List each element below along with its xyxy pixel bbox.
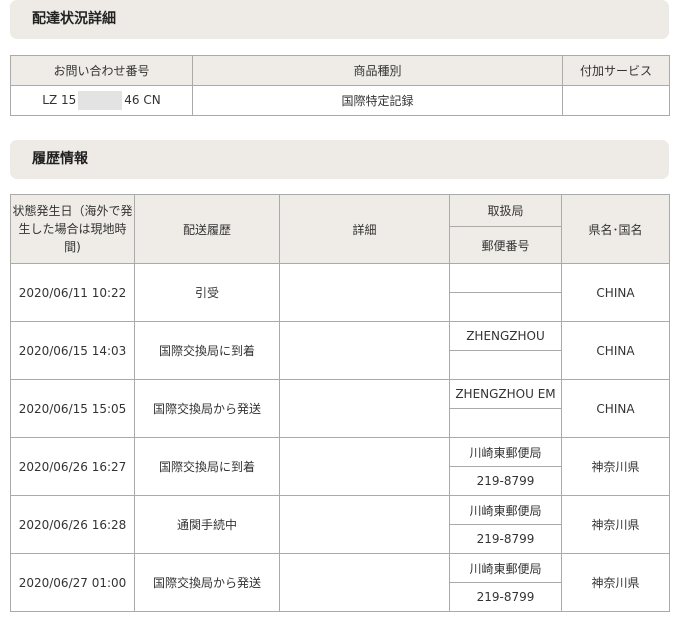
item-kind-cell: 国際特定記録 (192, 85, 563, 116)
event-status: 国際交換局に到着 (134, 321, 280, 380)
tracking-number-suffix: 46 CN (124, 93, 161, 107)
event-region: CHINA (561, 263, 670, 322)
event-detail (279, 321, 450, 380)
additional-service-cell (562, 85, 670, 116)
event-postal-code (449, 408, 562, 438)
event-date: 2020/06/26 16:28 (10, 495, 135, 554)
history-body: 2020/06/11 10:22 引受 CHINA 2020/06/15 14:03 国… (10, 263, 670, 612)
event-date: 2020/06/11 10:22 (10, 263, 135, 322)
header-detail: 詳細 (279, 194, 450, 264)
history-row: 2020/06/15 15:05 国際交換局から発送 ZHENGZHOU EM CHI… (10, 379, 670, 438)
tracking-number-cell: LZ 15 46 CN (10, 85, 193, 116)
event-detail (279, 379, 450, 438)
tracking-number-prefix: LZ 15 (42, 93, 77, 107)
history-row: 2020/06/27 01:00 国際交換局から発送 川崎東郵便局 神奈川県 (10, 553, 670, 612)
event-office: ZHENGZHOU EM (449, 379, 562, 409)
header-item-kind: 商品種別 (192, 55, 563, 86)
event-postal-code (449, 292, 562, 322)
history-row: 2020/06/15 14:03 国際交換局に到着 ZHENGZHOU CHINA (10, 321, 670, 380)
header-status: 配送履歴 (134, 194, 280, 264)
summary-header-row: お問い合わせ番号 商品種別 付加サービス (10, 55, 670, 86)
event-detail (279, 437, 450, 496)
event-status: 国際交換局に到着 (134, 437, 280, 496)
event-office: 川崎東郵便局 (449, 553, 562, 583)
header-date: 状態発生日（海外で発生した場合は現地時間) (10, 194, 135, 264)
header-additional-service: 付加サービス (562, 55, 670, 86)
event-postal-code: 219-8799 (449, 582, 562, 612)
event-status: 国際交換局から発送 (134, 379, 280, 438)
event-postal-code: 219-8799 (449, 524, 562, 554)
redacted-block (78, 91, 123, 110)
event-region: CHINA (561, 321, 670, 380)
event-status: 国際交換局から発送 (134, 553, 280, 612)
event-postal-code: 219-8799 (449, 466, 562, 496)
event-office: ZHENGZHOU (449, 321, 562, 351)
event-status: 通関手続中 (134, 495, 280, 554)
summary-data-row: LZ 15 46 CN 国際特定記録 (10, 85, 670, 116)
event-date: 2020/06/15 14:03 (10, 321, 135, 380)
history-row: 2020/06/26 16:28 通関手続中 川崎東郵便局 神奈川県 (10, 495, 670, 554)
header-tracking-number: お問い合わせ番号 (10, 55, 193, 86)
event-region: 神奈川県 (561, 495, 670, 554)
summary-table: お問い合わせ番号 商品種別 付加サービス LZ 15 46 CN 国際特定記録 (10, 55, 670, 116)
event-status: 引受 (134, 263, 280, 322)
history-title: 履歴情報 (10, 140, 669, 179)
header-postal-code: 郵便番号 (449, 226, 562, 264)
event-office: 川崎東郵便局 (449, 437, 562, 467)
history-row: 2020/06/11 10:22 引受 CHINA (10, 263, 670, 322)
header-office: 取扱局 (449, 194, 562, 227)
header-region: 県名･国名 (561, 194, 670, 264)
event-detail (279, 263, 450, 322)
history-row: 2020/06/26 16:27 国際交換局に到着 川崎東郵便局 神奈川県 (10, 437, 670, 496)
event-office: 川崎東郵便局 (449, 495, 562, 525)
event-postal-code (449, 350, 562, 380)
delivery-status-title: 配達状況詳細 (10, 0, 669, 39)
event-date: 2020/06/15 15:05 (10, 379, 135, 438)
event-date: 2020/06/27 01:00 (10, 553, 135, 612)
event-detail (279, 495, 450, 554)
event-region: 神奈川県 (561, 437, 670, 496)
history-table: 状態発生日（海外で発生した場合は現地時間) 配送履歴 詳細 取扱局 県名･国名 … (10, 194, 670, 612)
event-office (449, 263, 562, 293)
event-region: CHINA (561, 379, 670, 438)
event-region: 神奈川県 (561, 553, 670, 612)
history-header-row-top: 状態発生日（海外で発生した場合は現地時間) 配送履歴 詳細 取扱局 県名･国名 (10, 194, 670, 264)
event-detail (279, 553, 450, 612)
event-date: 2020/06/26 16:27 (10, 437, 135, 496)
